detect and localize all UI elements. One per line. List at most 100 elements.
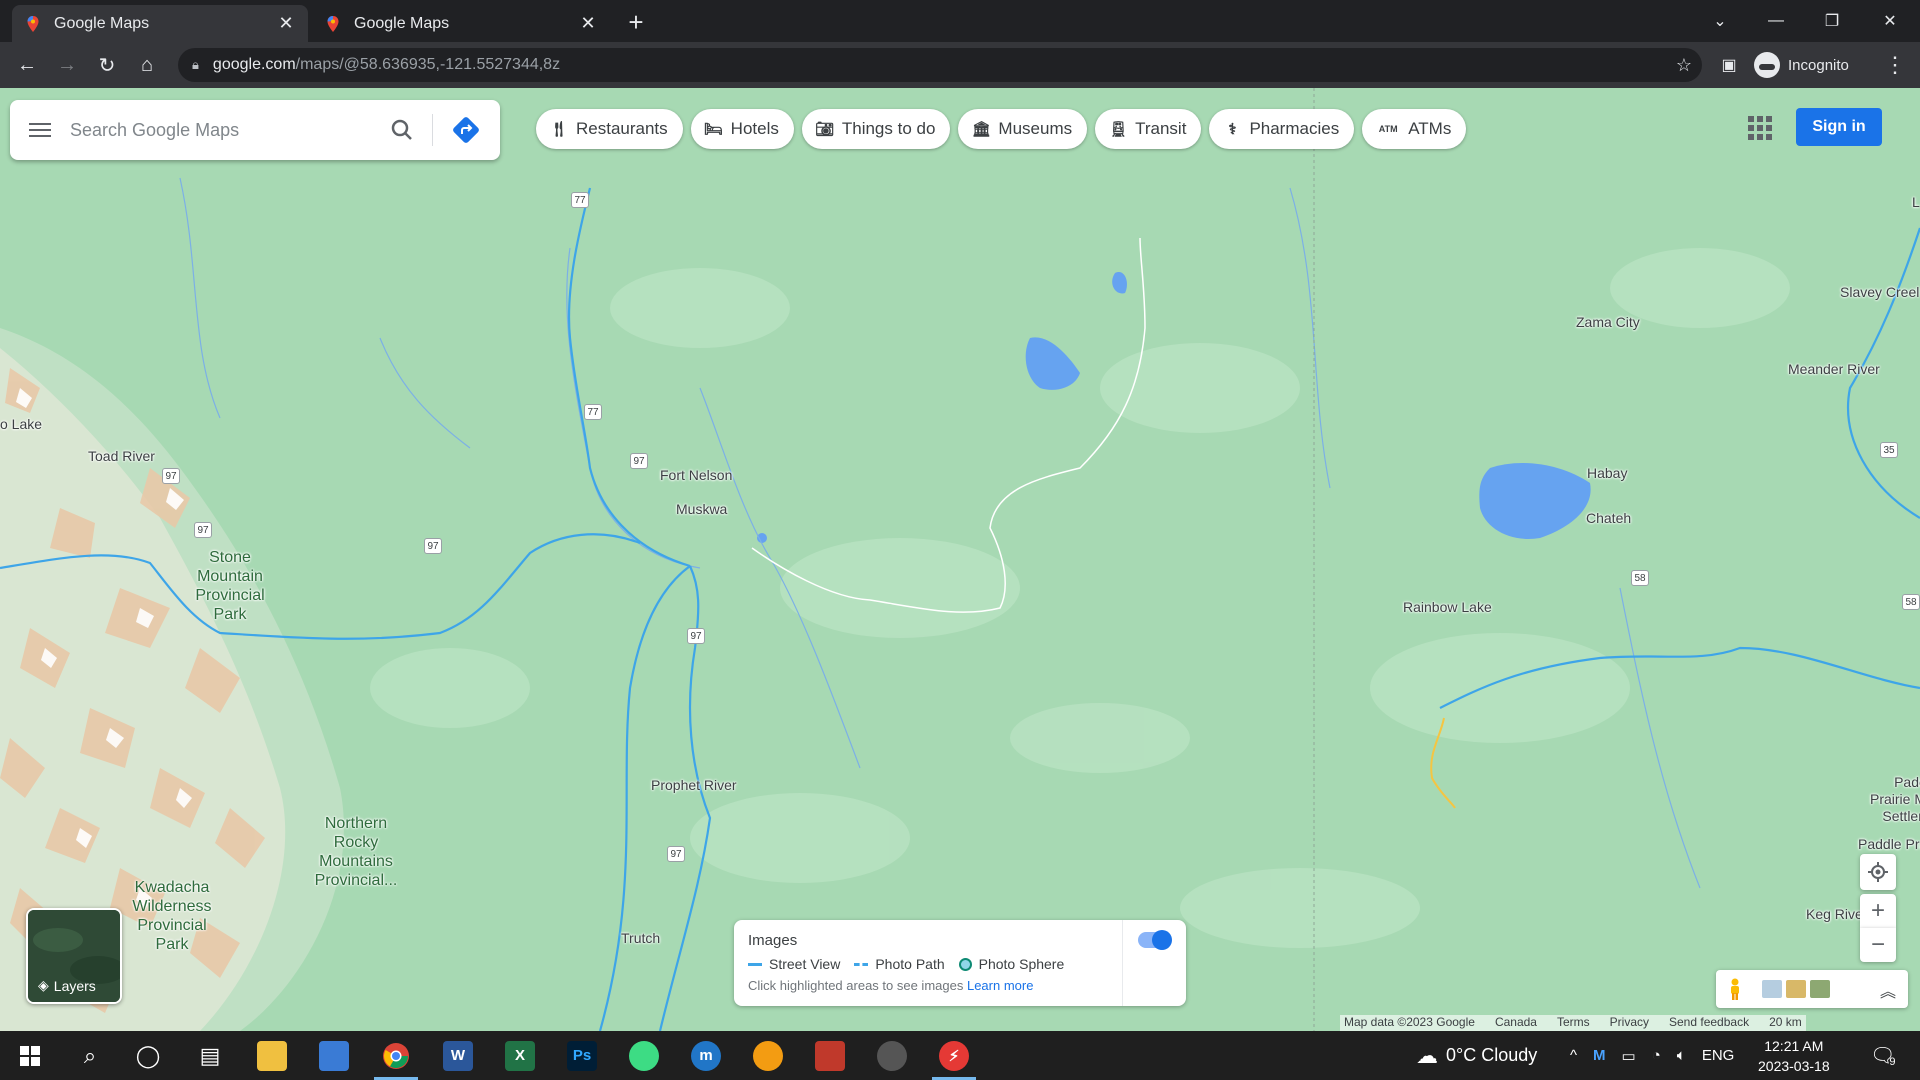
google-maps-favicon-icon [327,15,339,32]
park-label[interactable]: Kwadacha Wilderness Provincial Park [122,878,222,954]
sign-in-button[interactable]: Sign in [1796,108,1882,146]
incognito-profile[interactable]: Incognito [1754,50,1849,80]
wifi-icon[interactable]: ◔ [1652,1047,1661,1064]
expand-chevron-icon[interactable]: ︽ [1880,978,1896,1002]
place-label[interactable]: Meander River [1788,361,1880,377]
android-app-icon[interactable] [618,1031,670,1080]
place-label[interactable]: Rainbow Lake [1403,599,1492,615]
new-tab-button[interactable]: + [622,7,650,37]
search-input[interactable] [70,119,370,141]
imagery-thumbnail[interactable] [1786,980,1806,998]
lock-icon[interactable]: 🔒︎ [192,57,199,73]
terms-link[interactable]: Terms [1557,1015,1590,1031]
clock[interactable]: 12:21 AM 2023-03-18 [1758,1031,1830,1080]
map-canvas[interactable]: Fort Nelson Muskwa Toad River o Lake Pro… [0,88,1920,1031]
images-panel-title: Images [748,932,798,949]
place-label[interactable]: Padc Prairie M Settlen [1870,774,1920,825]
place-label[interactable]: Chateh [1586,510,1631,526]
menu-hamburger-icon[interactable] [10,123,70,137]
place-label[interactable]: Fort Nelson [660,467,732,483]
close-window-button[interactable]: ✕ [1862,0,1918,42]
language-indicator[interactable]: ENG [1702,1047,1735,1064]
chip-museums[interactable]: 🏛︎ Museums [958,109,1088,149]
google-apps-grid-icon[interactable] [1748,116,1772,140]
forward-arrow-icon[interactable]: → [52,50,82,80]
search-icon[interactable] [388,116,416,144]
chip-label: Hotels [730,119,779,138]
park-label[interactable]: Stone Mountain Provincial Park [180,548,280,624]
app-m-tray-icon[interactable]: M [1593,1047,1606,1064]
park-label[interactable]: Northern Rocky Mountains Provincial... [306,814,406,890]
place-label[interactable]: Habay [1587,465,1627,481]
photoshop-icon[interactable]: Ps [556,1031,608,1080]
place-label[interactable]: Prophet River [651,777,737,793]
bookmark-star-icon[interactable]: ☆ [1676,55,1692,76]
windows-start-icon[interactable] [4,1031,56,1080]
search-icon[interactable]: ⌕ [64,1031,116,1080]
zoom-out-button[interactable]: − [1860,928,1896,962]
chrome-icon[interactable] [370,1031,422,1080]
my-location-button[interactable] [1860,854,1896,890]
app-red-icon[interactable] [804,1031,856,1080]
imagery-thumbnail[interactable] [1762,980,1782,998]
pegman-icon[interactable] [1728,978,1742,1000]
notification-center-icon[interactable]: 🗨︎ 9 [1870,1031,1896,1080]
close-tab-icon[interactable]: ✕ [578,13,598,34]
place-label[interactable]: Toad River [88,448,155,464]
highway-shield: 97 [630,453,648,469]
home-icon[interactable]: ⌂ [132,50,162,80]
close-tab-icon[interactable]: ✕ [276,13,296,34]
place-label[interactable]: o Lake [0,416,42,432]
zoom-in-button[interactable]: + [1860,894,1896,928]
imagery-thumbnail[interactable] [1810,980,1830,998]
chip-restaurants[interactable]: 🍴︎ Restaurants [536,109,683,149]
chip-atms[interactable]: ATM ATMs [1362,109,1467,149]
task-view-icon[interactable]: ▤ [184,1031,236,1080]
side-panel-icon[interactable]: ▣ [1714,50,1744,80]
minimize-button[interactable]: — [1748,0,1804,42]
place-label[interactable]: Slavey Creel [1840,284,1919,300]
place-label[interactable]: Zama City [1576,314,1640,330]
file-explorer-icon[interactable] [246,1031,298,1080]
app-mu-icon[interactable]: m [680,1031,732,1080]
control-panel-icon[interactable] [308,1031,360,1080]
chip-transit[interactable]: 🚆︎ Transit [1095,109,1202,149]
chip-pharmacies[interactable]: ⚕︎ Pharmacies [1209,109,1355,149]
volume-icon[interactable]: 🔈︎ [1677,1047,1686,1064]
url-text: google.com/maps/@58.636935,-121.5527344,… [212,56,561,73]
place-label[interactable]: Muskwa [676,501,727,517]
layers-button[interactable]: ◈ Layers [26,908,122,1004]
word-icon[interactable]: W [432,1031,484,1080]
reload-icon[interactable]: ↻ [92,50,122,80]
system-tray: ^ M ▭ ◔ 🔈︎ ENG [1570,1031,1734,1080]
tab-search-chevron-icon[interactable]: ⌄ [1692,0,1748,42]
place-label[interactable]: Paddle Prair [1858,836,1920,852]
privacy-link[interactable]: Privacy [1610,1015,1649,1031]
images-toggle[interactable] [1138,930,1172,950]
browser-tab-active[interactable]: Google Maps ✕ [12,5,308,42]
scale-bar[interactable]: 20 km [1769,1015,1802,1031]
address-bar[interactable]: 🔒︎ google.com/maps/@58.636935,-121.55273… [178,48,1702,82]
more-menu-icon[interactable]: ⋮ [1880,50,1910,80]
chip-things-to-do[interactable]: 📷︎ Things to do [801,109,951,149]
restore-button[interactable]: ❐ [1804,0,1860,42]
browser-tab[interactable]: Google Maps ✕ [312,5,610,42]
excel-icon[interactable]: X [494,1031,546,1080]
place-label[interactable]: Keg River [1806,906,1867,922]
send-feedback-link[interactable]: Send feedback [1669,1015,1749,1031]
chip-hotels[interactable]: 🛏︎ Hotels [690,109,794,149]
app-flash-icon[interactable]: ⚡︎ [928,1031,980,1080]
back-arrow-icon[interactable]: ← [12,50,42,80]
weather-widget[interactable]: ☁︎ 0°C Cloudy [1416,1031,1537,1080]
highway-shield: 97 [162,468,180,484]
attribution-country-link[interactable]: Canada [1495,1015,1537,1031]
place-label[interactable]: Trutch [621,930,660,946]
show-hidden-icons-chevron-icon[interactable]: ^ [1570,1047,1577,1064]
battery-icon[interactable]: ▭ [1622,1047,1636,1065]
place-label[interactable]: L [1912,194,1920,210]
app-colorful-icon[interactable] [742,1031,794,1080]
app-disc-icon[interactable] [866,1031,918,1080]
learn-more-link[interactable]: Learn more [967,978,1033,993]
directions-icon[interactable] [450,114,482,146]
cortana-circle-icon[interactable]: ◯ [122,1031,174,1080]
